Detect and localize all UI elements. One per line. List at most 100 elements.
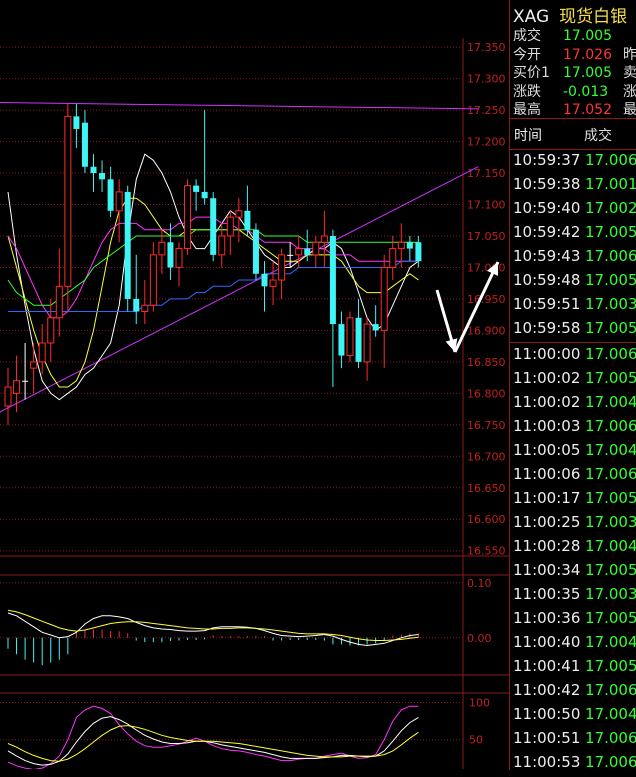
kdj-line: [7, 705, 419, 769]
tick-header-time: 时间: [514, 128, 542, 144]
trendlines: [0, 102, 479, 413]
quote-label: 最高: [513, 102, 541, 118]
quote-row: 最高 17.052 最低: [513, 99, 636, 118]
tick-price: 17.005: [585, 489, 636, 507]
candle-body: [55, 285, 63, 319]
tick-row[interactable]: 11:00:40 17.004: [513, 633, 636, 657]
candle-body: [210, 198, 217, 255]
tick-row[interactable]: 11:00:02 17.005: [513, 369, 636, 393]
tick-row[interactable]: 11:00:05 17.004: [513, 441, 636, 465]
candle-body: [252, 229, 259, 274]
tick-row[interactable]: 11:00:02 17.004: [513, 393, 636, 417]
tick-row[interactable]: 11:00:34 17.005: [513, 561, 636, 585]
quote-value: -0.013: [563, 83, 609, 100]
tick-row[interactable]: 10:59:40 17.002: [513, 199, 636, 223]
candle-body: [320, 235, 328, 243]
candle-body: [218, 235, 226, 256]
candlesticks: [4, 103, 422, 425]
tick-price: 17.005: [585, 319, 636, 337]
tick-price: 17.006: [585, 465, 636, 483]
y-tick-label: 17.100: [467, 199, 506, 212]
tick-time: 11:00:28: [513, 537, 581, 555]
tick-price: 17.005: [585, 271, 636, 289]
tick-time: 11:00:35: [513, 585, 581, 603]
price-chart: 17.350 17.300 17.250 17.200 17.150 17.100 17.0…: [0, 38, 509, 769]
quote-value: 17.052: [563, 102, 612, 118]
y-tick-label: 16.950: [467, 293, 506, 306]
tick-row[interactable]: 11:00:42 17.006: [513, 681, 636, 705]
tick-row[interactable]: 10:59:51 17.003: [513, 295, 636, 319]
candle-body: [4, 386, 12, 407]
tick-time: 10:59:43: [513, 247, 581, 265]
tick-time: 11:00:25: [513, 513, 581, 531]
kdj-indicator: [7, 705, 419, 769]
candle-body: [355, 317, 362, 362]
tick-row[interactable]: 11:00:28 17.004: [513, 537, 636, 561]
macd-tick-label: 0.10: [467, 577, 492, 590]
y-tick-label: 16.800: [467, 387, 506, 400]
candle-body: [115, 191, 123, 212]
tick-row[interactable]: 11:00:51 17.006: [513, 729, 636, 753]
tick-price: 17.002: [585, 199, 636, 217]
tick-time: 11:00:05: [513, 441, 581, 459]
tick-row[interactable]: 10:59:37 17.006: [513, 151, 636, 175]
quote-value: 17.005: [563, 28, 612, 44]
tick-row[interactable]: 11:00:06 17.006: [513, 465, 636, 489]
tick-price: 17.006: [585, 247, 636, 265]
y-tick-label: 17.050: [467, 230, 506, 243]
tick-row[interactable]: 10:59:43 17.006: [513, 247, 636, 271]
candle-body: [81, 122, 88, 167]
quote-row: 成交 17.005: [513, 25, 623, 44]
candle-body: [389, 248, 397, 268]
y-tick-label: 17.200: [467, 136, 506, 149]
candle-body: [124, 191, 131, 299]
quote-row: 涨跌 -0.013 涨幅: [513, 81, 636, 100]
candle-body: [99, 173, 106, 180]
tick-row[interactable]: 11:00:41 17.005: [513, 657, 636, 681]
tick-price: 17.006: [585, 151, 636, 169]
tick-row[interactable]: 11:00:00 17.006: [513, 345, 636, 369]
tick-time: 11:00:40: [513, 633, 581, 651]
candle-body: [415, 242, 422, 262]
candle-body: [363, 323, 371, 363]
quote-row: 今开 17.026 昨结: [513, 44, 636, 63]
tick-row[interactable]: 11:00:25 17.003: [513, 513, 636, 537]
tick-time: 11:00:34: [513, 561, 581, 579]
candle-body: [278, 254, 286, 281]
quote-value: 17.026: [563, 46, 612, 63]
candle-body: [149, 254, 157, 306]
candle-body: [235, 210, 243, 218]
quote-label: 成交: [513, 28, 541, 44]
tick-time: 10:59:37: [513, 151, 581, 169]
quote-label: 涨跌: [513, 83, 541, 100]
tick-price: 17.004: [585, 441, 636, 459]
tick-price: 17.006: [585, 345, 636, 363]
kdj-tick-label: 50: [469, 734, 483, 747]
tick-time: 11:00:06: [513, 465, 581, 483]
candle-body: [90, 166, 97, 174]
y-tick-label: 17.350: [467, 41, 506, 54]
tick-row[interactable]: 10:59:38 17.001: [513, 175, 636, 199]
tick-row[interactable]: 10:59:48 17.005: [513, 271, 636, 295]
tick-row[interactable]: 11:00:53 17.006: [513, 753, 636, 777]
y-tick-label: 17.300: [467, 73, 506, 86]
tick-row[interactable]: 10:59:42 17.005: [513, 223, 636, 247]
quote-label: 买价1: [513, 65, 550, 81]
tick-row[interactable]: 11:00:36 17.005: [513, 609, 636, 633]
quote-value: 17.005: [563, 65, 612, 81]
tick-price: 17.003: [585, 295, 636, 313]
tick-row[interactable]: 11:00:03 17.006: [513, 417, 636, 441]
candle-body: [346, 317, 354, 357]
tick-time: 10:59:40: [513, 199, 581, 217]
tick-row[interactable]: 11:00:17 17.005: [513, 489, 636, 513]
tick-time: 11:00:41: [513, 657, 581, 675]
tick-list-header: 时间 成交: [510, 119, 636, 150]
tick-row[interactable]: 11:00:35 17.003: [513, 585, 636, 609]
candle-body: [133, 298, 140, 312]
candle-body: [295, 248, 303, 256]
tick-row[interactable]: 10:59:58 17.005: [513, 319, 636, 343]
tick-price: 17.003: [585, 585, 636, 603]
candle-body: [193, 185, 200, 192]
tick-row[interactable]: 11:00:50 17.004: [513, 705, 636, 729]
tick-list-panel[interactable]: 时间 成交 10:59:37 17.006 10:59:38 17.001 10:59:…: [509, 118, 636, 771]
